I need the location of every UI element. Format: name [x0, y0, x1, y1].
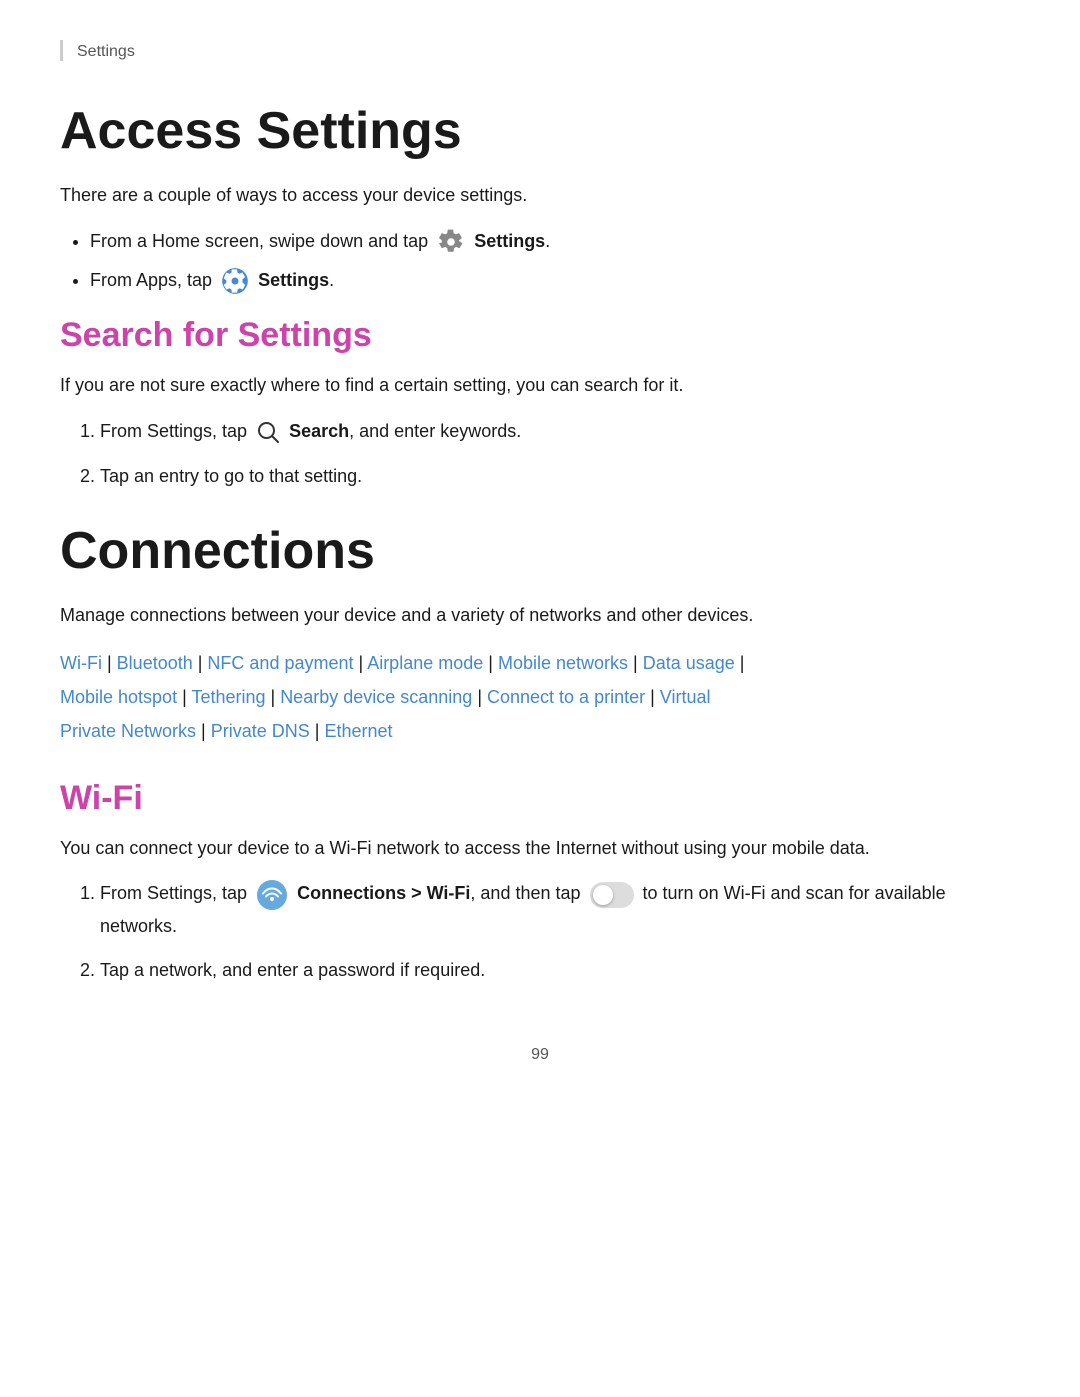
breadcrumb-text: Settings [77, 43, 135, 60]
sep-5: | [628, 653, 643, 673]
bullet-item-2: From Apps, tap Settings. [90, 265, 1020, 296]
bullet-2-text-before: From Apps, tap [90, 270, 217, 290]
search-step-1-before: From Settings, tap [100, 421, 252, 441]
access-settings-intro: There are a couple of ways to access you… [60, 181, 1020, 210]
sep-8: | [266, 687, 281, 707]
gear-blue-icon [220, 266, 250, 296]
wifi-steps: From Settings, tap Connections > Wi-Fi, … [100, 878, 1020, 985]
link-mobile-hotspot[interactable]: Mobile hotspot [60, 687, 177, 707]
wifi-connections-icon [256, 879, 288, 911]
link-nfc[interactable]: NFC and payment [207, 653, 353, 673]
search-icon [255, 419, 281, 445]
breadcrumb: Settings [60, 40, 1020, 61]
bullet-2-period: . [329, 270, 334, 290]
link-bluetooth[interactable]: Bluetooth [117, 653, 193, 673]
page-number: 99 [60, 1046, 1020, 1064]
link-private-dns[interactable]: Private DNS [211, 721, 310, 741]
sep-12: | [310, 721, 325, 741]
link-airplane[interactable]: Airplane mode [367, 653, 483, 673]
bullet-1-text-before: From a Home screen, swipe down and tap [90, 231, 433, 251]
bullet-1-period: . [545, 231, 550, 251]
link-mobile-networks[interactable]: Mobile networks [498, 653, 628, 673]
sep-10: | [645, 687, 660, 707]
bullet-2-bold: Settings [258, 270, 329, 290]
access-settings-bullets: From a Home screen, swipe down and tap S… [90, 226, 1020, 297]
wifi-intro: You can connect your device to a Wi-Fi n… [60, 834, 1020, 863]
access-settings-title: Access Settings [60, 101, 1020, 161]
gear-gray-icon [436, 227, 466, 257]
sep-3: | [354, 653, 368, 673]
toggle-knob [593, 885, 613, 905]
link-vpn[interactable]: Virtual [660, 687, 711, 707]
sep-1: | [102, 653, 117, 673]
sep-4: | [483, 653, 498, 673]
search-step-1: From Settings, tap Search, and enter key… [100, 416, 1020, 447]
link-ethernet[interactable]: Ethernet [324, 721, 392, 741]
connections-title: Connections [60, 521, 1020, 581]
bullet-item-1: From a Home screen, swipe down and tap S… [90, 226, 1020, 257]
bullet-1-bold: Settings [474, 231, 545, 251]
search-step-2: Tap an entry to go to that setting. [100, 461, 1020, 492]
sep-9: | [472, 687, 487, 707]
search-settings-title: Search for Settings [60, 316, 1020, 355]
wifi-step-1-bold: Connections > Wi-Fi [297, 883, 470, 903]
link-connect-printer[interactable]: Connect to a printer [487, 687, 645, 707]
search-settings-steps: From Settings, tap Search, and enter key… [100, 416, 1020, 491]
link-nearby-scan[interactable]: Nearby device scanning [280, 687, 472, 707]
sep-2: | [193, 653, 208, 673]
sep-11: | [196, 721, 211, 741]
wifi-title: Wi-Fi [60, 779, 1020, 818]
wifi-step-2: Tap a network, and enter a password if r… [100, 955, 1020, 986]
page-number-text: 99 [531, 1046, 549, 1063]
page-container: Settings Access Settings There are a cou… [0, 0, 1080, 1397]
search-settings-intro: If you are not sure exactly where to fin… [60, 371, 1020, 400]
link-vpn-cont[interactable]: Private Networks [60, 721, 196, 741]
wifi-step-1-before: From Settings, tap [100, 883, 252, 903]
sep-7: | [177, 687, 191, 707]
link-tethering[interactable]: Tethering [191, 687, 265, 707]
search-step-1-after: , and enter keywords. [349, 421, 521, 441]
wifi-step-1-middle: , and then tap [470, 883, 585, 903]
wifi-step-1: From Settings, tap Connections > Wi-Fi, … [100, 878, 1020, 941]
connections-intro: Manage connections between your device a… [60, 601, 1020, 630]
wifi-step-2-text: Tap a network, and enter a password if r… [100, 960, 485, 980]
search-step-1-bold: Search [289, 421, 349, 441]
connections-links: Wi-Fi | Bluetooth | NFC and payment | Ai… [60, 646, 1020, 749]
link-data-usage[interactable]: Data usage [643, 653, 735, 673]
toggle-switch [590, 882, 634, 908]
sep-6: | [735, 653, 745, 673]
search-step-2-text: Tap an entry to go to that setting. [100, 466, 362, 486]
link-wifi[interactable]: Wi-Fi [60, 653, 102, 673]
